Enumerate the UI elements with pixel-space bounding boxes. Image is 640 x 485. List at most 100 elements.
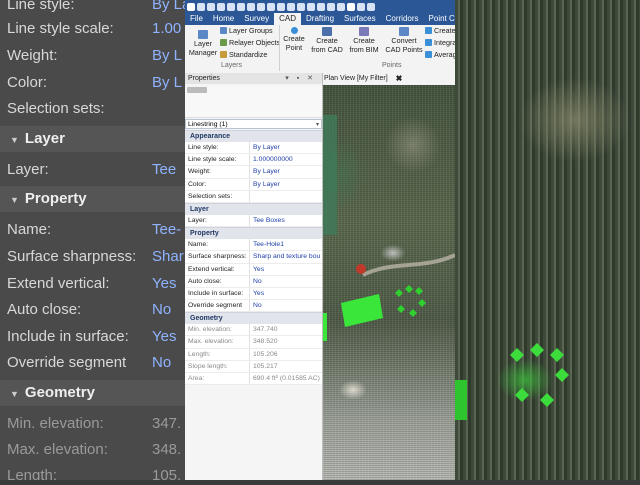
property-row: Max. elevation: 348.520 xyxy=(185,336,322,349)
section-geometry[interactable]: Geometry xyxy=(185,312,322,325)
bg-value: By L xyxy=(152,74,183,91)
view-icon[interactable] xyxy=(327,2,335,11)
property-row[interactable]: Weight: By Layer xyxy=(185,166,322,179)
standardize-button[interactable]: Standardize xyxy=(220,50,267,60)
close-icon[interactable]: ✖ xyxy=(396,73,403,85)
section-appearance[interactable]: Appearance xyxy=(185,130,322,142)
property-row[interactable]: Include in surface: Yes xyxy=(185,287,322,301)
property-row[interactable]: Name: Tee-Hole1 xyxy=(185,239,322,252)
point-cloud-canvas[interactable] xyxy=(323,85,455,480)
bg-label: Override segment xyxy=(7,354,127,371)
cart-path xyxy=(362,253,455,277)
layer-groups-button[interactable]: Layer Groups xyxy=(220,26,273,36)
bg-value: 348. xyxy=(152,441,182,458)
bg-label: Layer: xyxy=(7,161,49,178)
bim-icon xyxy=(359,27,369,36)
property-row[interactable]: Layer: Tee Boxes xyxy=(185,214,322,228)
tee-box-markers xyxy=(395,285,426,317)
redo-icon[interactable] xyxy=(207,2,215,11)
pan-icon[interactable] xyxy=(317,2,325,11)
bg-value: 347. xyxy=(152,415,182,432)
ribbon-tabs: File Home Survey CAD Drafting Surfaces C… xyxy=(185,13,455,25)
integrate-button[interactable]: Integra xyxy=(425,38,455,48)
section-layer[interactable]: Layer xyxy=(185,202,322,215)
relayer-objects-icon xyxy=(220,39,227,46)
background-zoom-right xyxy=(455,0,640,480)
property-row[interactable]: Extend vertical: Yes xyxy=(185,263,322,276)
tab-home[interactable]: Home xyxy=(208,13,239,25)
bg-tee-box-markers xyxy=(455,343,569,420)
pin-close-icons[interactable]: ▾ ▪ ✕ xyxy=(285,73,316,84)
image-icon[interactable] xyxy=(297,2,305,11)
property-row: Slope length: 105.217 xyxy=(185,360,322,373)
help-icon[interactable] xyxy=(367,2,375,11)
create-from-bim-button[interactable]: Create from BIM xyxy=(348,27,380,54)
zoom-icon[interactable] xyxy=(307,2,315,11)
bg-value: 1.00 xyxy=(152,20,182,37)
property-row[interactable]: Color: By Layer xyxy=(185,178,322,191)
grid-icon[interactable] xyxy=(277,2,285,11)
convert-cad-points-button[interactable]: Convert CAD Points xyxy=(384,27,424,54)
bg-label: Auto close: xyxy=(7,301,82,318)
bg-value: Tee- xyxy=(152,221,182,238)
section-property[interactable]: Property xyxy=(185,227,322,240)
bg-value: 105. xyxy=(152,467,182,480)
property-row[interactable]: Selection sets: xyxy=(185,190,322,203)
quick-access-toolbar xyxy=(185,0,455,13)
tab-point-clouds[interactable]: Point Clou xyxy=(424,13,455,25)
selection-dropdown[interactable]: Linestring (1) ▾ xyxy=(185,119,322,129)
property-row[interactable]: Line style: By Layer xyxy=(185,142,322,155)
create-from-cad-button[interactable]: Create from CAD xyxy=(310,27,344,54)
layer-manager-button[interactable]: Layer Manager xyxy=(188,30,218,57)
tab-survey[interactable]: Survey xyxy=(239,13,274,25)
point-cloud-overlay xyxy=(323,115,455,341)
bg-label: Line style: xyxy=(7,0,75,13)
property-row[interactable]: Override segment No xyxy=(185,300,322,313)
bg-label: Surface sharpness: xyxy=(7,248,137,265)
bg-label: Min. elevation: xyxy=(7,415,104,432)
new-icon[interactable] xyxy=(217,2,225,11)
average-button[interactable]: Averag xyxy=(425,50,455,60)
property-row[interactable]: Auto close: No xyxy=(185,275,322,288)
bg-value: By La xyxy=(152,0,185,13)
tab-cad[interactable]: CAD xyxy=(274,13,302,25)
property-row: Min. elevation: 347.740 xyxy=(185,324,322,337)
tab-file[interactable]: File xyxy=(185,13,208,25)
bg-label: Extend vertical: xyxy=(7,275,110,292)
measure-icon[interactable] xyxy=(287,2,295,11)
properties-title-bar[interactable]: Properties ▾ ▪ ✕ xyxy=(185,73,322,84)
settings-icon[interactable] xyxy=(257,2,265,11)
group-label-points: Points xyxy=(382,62,402,69)
convert-icon xyxy=(399,27,409,36)
group-label-layers: Layers xyxy=(221,62,243,69)
print-icon[interactable] xyxy=(247,2,255,11)
layer-manager-icon xyxy=(198,30,208,39)
bg-value: No xyxy=(152,301,172,318)
group-separator xyxy=(279,25,280,71)
save-icon[interactable] xyxy=(237,2,245,11)
snap-icon[interactable] xyxy=(337,2,345,11)
relayer-objects-button[interactable]: Relayer Objects xyxy=(220,38,280,48)
toolbar-icon[interactable] xyxy=(187,87,207,93)
bg-section-property: ▼ Property xyxy=(0,186,185,212)
create-small-button[interactable]: Create xyxy=(425,26,455,36)
tab-surfaces[interactable]: Surfaces xyxy=(339,13,381,25)
bg-label: Name: xyxy=(7,221,52,238)
bg-label: Include in surface: xyxy=(7,328,129,345)
tool-icon[interactable] xyxy=(357,2,365,11)
tab-drafting[interactable]: Drafting xyxy=(301,13,339,25)
undo-icon[interactable] xyxy=(197,2,205,11)
property-row[interactable]: Surface sharpness: Sharp and texture bou xyxy=(185,251,322,264)
layer-groups-icon xyxy=(220,27,227,34)
marker-red[interactable] xyxy=(356,264,366,274)
bg-value: No xyxy=(152,354,172,371)
properties-title: Properties xyxy=(188,75,220,82)
layer-icon[interactable] xyxy=(267,2,275,11)
open-icon[interactable] xyxy=(227,2,235,11)
bg-value: By L xyxy=(152,47,183,64)
tee-box-polygon[interactable] xyxy=(341,294,383,327)
tab-corridors[interactable]: Corridors xyxy=(381,13,424,25)
property-row[interactable]: Line style scale: 1.000000000 xyxy=(185,154,322,167)
m-icon[interactable] xyxy=(347,2,355,11)
create-point-button[interactable]: Create Point xyxy=(281,27,307,52)
